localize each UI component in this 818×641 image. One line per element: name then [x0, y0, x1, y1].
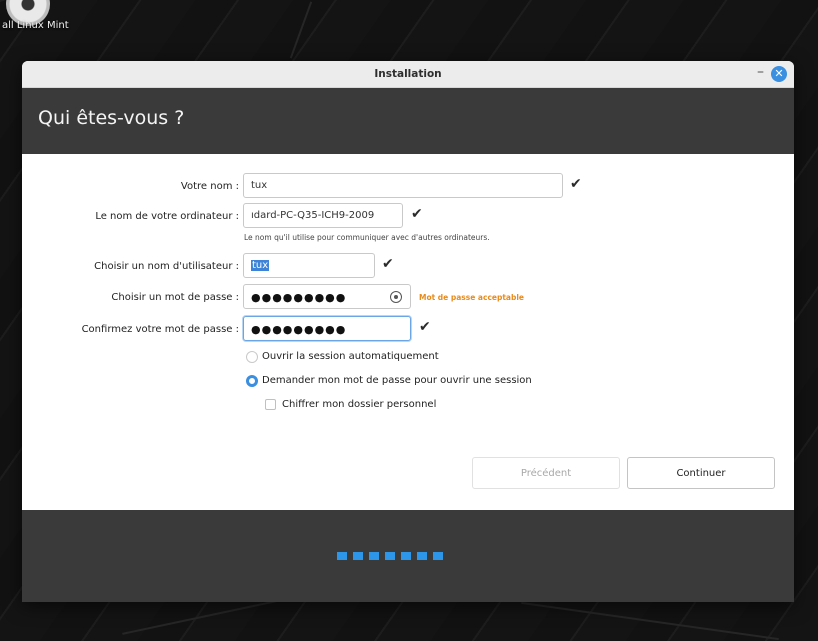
page-title: Qui êtes-vous ? — [38, 107, 185, 129]
username-valid-check-icon: ✔ — [382, 256, 394, 272]
progress-step — [337, 552, 347, 560]
computer-valid-check-icon: ✔ — [411, 206, 423, 222]
require-password-label[interactable]: Demander mon mot de passe pour ouvrir un… — [262, 375, 532, 386]
name-field[interactable]: tux — [243, 173, 563, 198]
desktop-icon-label[interactable]: all Linux Mint — [2, 20, 69, 31]
wallpaper-line — [521, 601, 779, 641]
computer-name-field[interactable]: ıdard-PC-Q35-ICH9-2009 — [243, 203, 403, 228]
close-icon[interactable]: ✕ — [771, 66, 787, 82]
password-label: Choisir un mot de passe : — [111, 292, 239, 303]
computer-name-label: Le nom de votre ordinateur : — [95, 211, 239, 222]
username-value: tux — [251, 260, 270, 271]
progress-step — [353, 552, 363, 560]
encrypt-home-checkbox[interactable] — [265, 399, 276, 410]
username-label: Choisir un nom d'utilisateur : — [94, 261, 239, 272]
auto-login-label[interactable]: Ouvrir la session automatiquement — [262, 351, 439, 362]
window-title: Installation — [374, 68, 442, 80]
name-valid-check-icon: ✔ — [570, 176, 582, 192]
continue-button[interactable]: Continuer — [627, 457, 775, 489]
name-value: tux — [251, 180, 268, 191]
confirm-password-label: Confirmez votre mot de passe : — [81, 324, 239, 335]
password-strength: Mot de passe acceptable — [419, 293, 525, 302]
computer-name-value: ıdard-PC-Q35-ICH9-2009 — [251, 210, 375, 221]
show-password-eye-icon[interactable] — [390, 291, 402, 303]
progress-step — [385, 552, 395, 560]
user-form: Votre nom : tux ✔ Le nom de votre ordina… — [22, 154, 794, 510]
minimize-button[interactable]: – — [757, 64, 764, 80]
progress-step — [369, 552, 379, 560]
encrypt-home-label[interactable]: Chiffrer mon dossier personnel — [282, 399, 436, 410]
confirm-valid-check-icon: ✔ — [419, 319, 431, 335]
progress-step — [417, 552, 427, 560]
username-field[interactable]: tux — [243, 253, 375, 278]
name-label: Votre nom : — [180, 181, 239, 192]
computer-name-hint: Le nom qu'il utilise pour communiquer av… — [244, 233, 490, 242]
auto-login-radio[interactable] — [246, 351, 258, 363]
progress-step — [433, 552, 443, 560]
progress-footer — [22, 510, 794, 602]
progress-step — [401, 552, 411, 560]
installer-window: Installation – ✕ Qui êtes-vous ? Votre n… — [22, 61, 794, 602]
password-value: ●●●●●●●●● — [251, 291, 347, 304]
progress-indicator — [337, 552, 443, 560]
wallpaper-line — [289, 1, 313, 59]
confirm-password-value: ●●●●●●●●● — [251, 323, 347, 336]
password-field[interactable]: ●●●●●●●●● — [243, 284, 411, 309]
page-header: Qui êtes-vous ? — [22, 88, 794, 154]
window-titlebar[interactable]: Installation – ✕ — [22, 61, 794, 88]
back-button[interactable]: Précédent — [472, 457, 620, 489]
confirm-password-field[interactable]: ●●●●●●●●● — [243, 316, 411, 341]
require-password-radio[interactable] — [246, 375, 258, 387]
